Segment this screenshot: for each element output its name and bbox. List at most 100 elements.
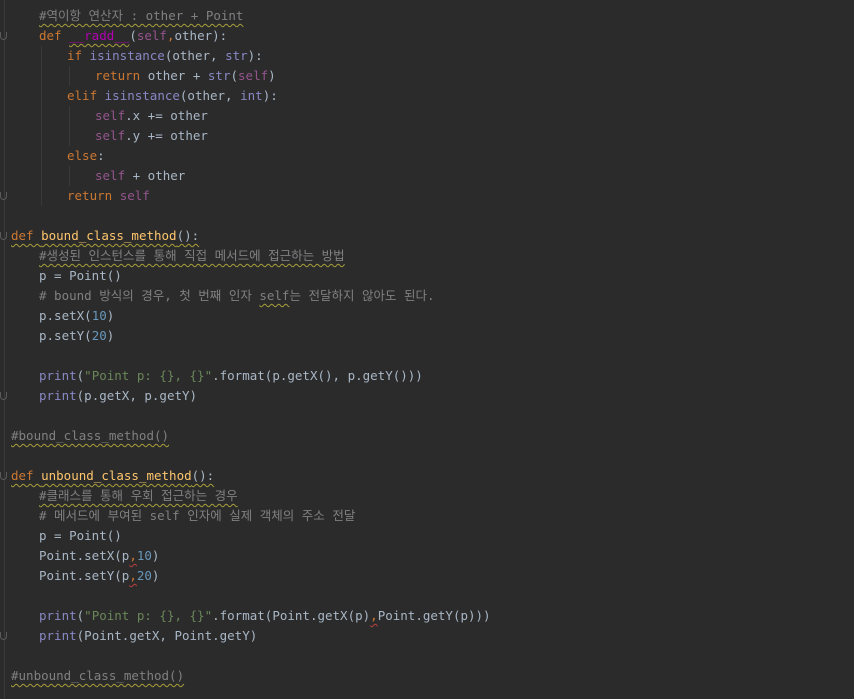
indent-guide <box>69 126 70 146</box>
code-token: str <box>225 48 248 63</box>
code-line[interactable] <box>0 406 854 426</box>
code-line[interactable]: print(p.getX, p.getY) <box>0 386 854 406</box>
code-token: p = Point() <box>39 528 122 543</box>
code-token: self <box>95 108 126 123</box>
code-token: p.setX( <box>39 308 92 323</box>
code-line[interactable]: #생성된 인스턴스를 통해 직접 메서드에 접근하는 방법 <box>0 246 854 266</box>
code-line[interactable]: p = Point() <box>0 526 854 546</box>
code-text: #bound_class_method() <box>11 426 169 446</box>
code-text: print(p.getX, p.getY) <box>39 386 197 406</box>
code-token: bound_class_method <box>41 228 177 243</box>
code-token: print <box>39 388 77 403</box>
code-line[interactable] <box>0 446 854 466</box>
code-line[interactable]: print(Point.getX, Point.getY) <box>0 626 854 646</box>
code-token: int <box>240 88 263 103</box>
code-token: p = Point() <box>39 268 122 283</box>
code-token: ) <box>151 568 160 583</box>
code-token: 는 전달하지 않아도 된다. <box>289 288 435 303</box>
code-line[interactable]: Point.setY(p,20) <box>0 566 854 586</box>
code-line[interactable]: #역이항 연산자 : other + Point <box>0 6 854 26</box>
code-token: isinstance <box>104 88 180 103</box>
code-line[interactable]: p = Point() <box>0 266 854 286</box>
code-line[interactable]: else: <box>0 146 854 166</box>
code-token: # bound 방식의 경우, 첫 번째 인자 <box>39 288 260 303</box>
code-text: #unbound_class_method() <box>11 666 184 686</box>
code-text: Point.setX(p,10) <box>39 546 159 566</box>
code-token: ): <box>247 48 263 63</box>
fold-marker-icon[interactable] <box>0 192 7 200</box>
code-text: self.y += other <box>95 126 208 146</box>
code-text: p = Point() <box>39 526 122 546</box>
code-token: Point.getY(p))) <box>377 608 491 623</box>
code-line[interactable]: self.x += other <box>0 106 854 126</box>
code-line[interactable]: self + other <box>0 166 854 186</box>
code-editor[interactable]: #역이항 연산자 : other + Point def __radd__(sel… <box>0 0 854 699</box>
code-token: print <box>39 628 77 643</box>
indent-guide <box>69 106 70 126</box>
code-token: unbound_class_method <box>41 468 192 483</box>
code-token: (): <box>176 228 200 243</box>
code-token: ): <box>262 88 278 103</box>
code-text: if isinstance(other, str): <box>67 46 263 66</box>
code-line[interactable] <box>0 346 854 366</box>
code-line[interactable]: def __radd__(self,other): <box>0 26 854 46</box>
code-token: .y += other <box>125 128 208 143</box>
code-token: print <box>39 608 77 623</box>
code-token: , <box>166 28 175 43</box>
code-token: p.setY( <box>39 328 92 343</box>
code-line[interactable]: def unbound_class_method(): <box>0 466 854 486</box>
code-line[interactable]: Point.setX(p,10) <box>0 546 854 566</box>
code-token: 10 <box>136 548 152 563</box>
code-line[interactable]: self.y += other <box>0 126 854 146</box>
code-line[interactable]: if isinstance(other, str): <box>0 46 854 66</box>
code-token: #역이항 연산자 : other + Point <box>39 8 244 23</box>
fold-marker-icon[interactable] <box>0 392 7 400</box>
code-token: return <box>95 68 148 83</box>
code-text: print(Point.getX, Point.getY) <box>39 626 257 646</box>
code-text: #역이항 연산자 : other + Point <box>39 6 243 26</box>
code-line[interactable]: #unbound_class_method() <box>0 666 854 686</box>
fold-marker-icon[interactable] <box>0 632 7 640</box>
code-token: 20 <box>136 568 152 583</box>
code-line[interactable]: p.setY(20) <box>0 326 854 346</box>
code-line[interactable] <box>0 206 854 226</box>
code-line[interactable]: #bound_class_method() <box>0 426 854 446</box>
code-line[interactable] <box>0 586 854 606</box>
code-line[interactable]: # bound 방식의 경우, 첫 번째 인자 self는 전달하지 않아도 된… <box>0 286 854 306</box>
code-line[interactable]: elif isinstance(other, int): <box>0 86 854 106</box>
code-text: def bound_class_method(): <box>11 226 199 246</box>
code-line[interactable]: return other + str(self) <box>0 66 854 86</box>
code-token: : <box>97 148 105 163</box>
code-text: self.x += other <box>95 106 208 126</box>
code-line[interactable]: #클래스를 통해 우회 접근하는 경우 <box>0 486 854 506</box>
indent-guide <box>41 106 42 126</box>
code-token: self <box>95 128 126 143</box>
code-line[interactable]: print("Point p: {}, {}".format(p.getX(),… <box>0 366 854 386</box>
code-line[interactable]: # 메서드에 부여된 self 인자에 실제 객체의 주소 전달 <box>0 506 854 526</box>
code-line[interactable]: return self <box>0 186 854 206</box>
indent-guide <box>69 166 70 186</box>
indent-guide <box>41 46 42 66</box>
code-text: else: <box>67 146 105 166</box>
fold-marker-icon[interactable] <box>0 32 7 40</box>
indent-guide <box>41 166 42 186</box>
fold-marker-icon[interactable] <box>0 232 7 240</box>
fold-marker-icon[interactable] <box>0 472 7 480</box>
code-token: __radd__ <box>69 28 130 43</box>
code-line[interactable]: p.setX(10) <box>0 306 854 326</box>
code-token: def <box>11 468 42 483</box>
code-text: elif isinstance(other, int): <box>67 86 278 106</box>
code-token: ( <box>129 28 137 43</box>
code-line[interactable]: print("Point p: {}, {}".format(Point.get… <box>0 606 854 626</box>
code-token: , <box>370 608 378 623</box>
code-token: (p.getX, p.getY) <box>76 388 198 403</box>
code-token: (other, <box>164 48 226 63</box>
code-line[interactable]: def bound_class_method(): <box>0 226 854 246</box>
code-token: "Point p: {}, {}" <box>84 608 213 623</box>
code-token: self <box>95 168 126 183</box>
code-token: Point.setX(p <box>39 548 130 563</box>
code-line[interactable] <box>0 646 854 666</box>
code-token: (): <box>191 468 215 483</box>
code-token: elif <box>67 88 105 103</box>
code-token: self <box>136 28 167 43</box>
